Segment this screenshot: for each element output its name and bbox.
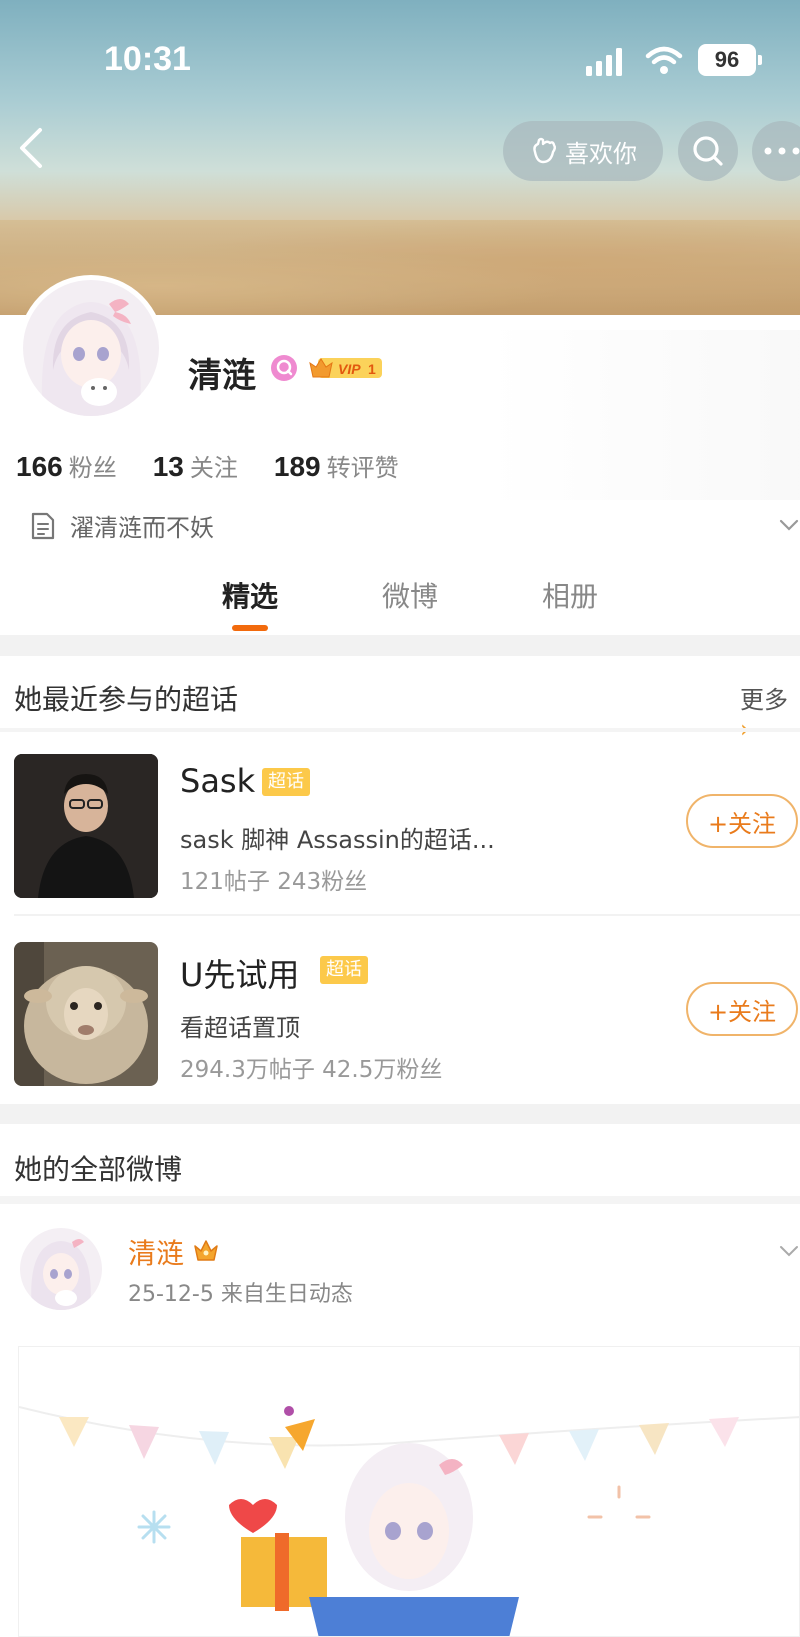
stat-following[interactable]: 13 关注 — [153, 448, 238, 483]
crown-icon — [194, 1240, 218, 1261]
back-icon[interactable] — [14, 126, 50, 170]
like-you-label: 喜欢你 — [565, 139, 637, 168]
vip-badge-icon[interactable]: VIP 1 — [308, 355, 384, 381]
tab-weibo[interactable]: 微博 — [382, 575, 438, 615]
signal-icon — [586, 48, 622, 76]
super-topic-badge: 超话 — [262, 768, 310, 796]
post-author[interactable]: 清涟 — [128, 1232, 184, 1272]
bio-text: 濯清涟而不妖 — [70, 514, 214, 542]
post-meta: 25-12-5 来自生日动态 — [128, 1282, 353, 1307]
divider — [0, 1196, 800, 1204]
profile-name: 清涟 — [188, 356, 256, 396]
follow-button[interactable]: +关注 — [686, 982, 798, 1036]
post-avatar[interactable] — [20, 1228, 102, 1310]
topic-title: Sask — [180, 762, 256, 800]
status-time: 10:31 — [104, 40, 191, 78]
wifi-icon — [645, 46, 683, 74]
search-icon — [693, 136, 723, 166]
stat-followers[interactable]: 166 粉丝 — [16, 448, 117, 483]
super-topics-heading: 她最近参与的超话 — [14, 683, 239, 716]
super-topics-section: 她最近参与的超话 更多 › Sask 超话 sask 脚神 Assassin的超… — [0, 656, 800, 1104]
super-topic-item[interactable]: Sask 超话 sask 脚神 Assassin的超话... 121帖子 243… — [0, 732, 800, 912]
divider — [14, 914, 800, 916]
all-weibo-section: 她的全部微博 清涟 25-12-5 来自生日动态 — [0, 1124, 800, 1637]
topic-thumbnail — [14, 754, 158, 898]
chevron-down-icon[interactable] — [778, 1240, 800, 1262]
profile-stats: 166 粉丝 13 关注 189 转评赞 — [16, 448, 399, 483]
topic-title: U先试用 — [180, 956, 300, 994]
topic-description: 看超话置顶 — [180, 1014, 300, 1042]
topic-thumbnail — [14, 942, 158, 1086]
all-weibo-heading: 她的全部微博 — [14, 1153, 183, 1186]
document-icon — [31, 512, 55, 539]
like-you-button[interactable]: 喜欢你 — [503, 121, 663, 181]
profile-tabs: 精选 微博 相册 — [0, 575, 800, 635]
stat-interactions[interactable]: 189 转评赞 — [274, 448, 399, 483]
battery-indicator: 96 — [698, 44, 762, 76]
avatar[interactable] — [18, 275, 164, 421]
status-bar: 10:31 96 — [0, 36, 800, 86]
like-hand-icon — [533, 137, 556, 164]
topic-description: sask 脚神 Assassin的超话... — [180, 826, 495, 854]
more-icon — [764, 147, 800, 155]
avatar-image — [23, 280, 159, 416]
svg-text:1: 1 — [368, 361, 376, 377]
follow-button[interactable]: +关注 — [686, 794, 798, 848]
tab-album[interactable]: 相册 — [542, 575, 598, 615]
topic-meta: 121帖子 243粉丝 — [180, 869, 368, 895]
svg-text:VIP: VIP — [338, 361, 361, 377]
tab-active-indicator — [232, 625, 268, 631]
chevron-down-icon[interactable] — [778, 514, 800, 536]
super-topic-item[interactable]: U先试用 超话 看超话置顶 294.3万帖子 42.5万粉丝 +关注 — [0, 920, 800, 1100]
search-button[interactable] — [678, 121, 738, 181]
bio-row[interactable]: 濯清涟而不妖 — [30, 508, 214, 543]
topic-meta: 294.3万帖子 42.5万粉丝 — [180, 1057, 443, 1083]
verify-icon[interactable] — [270, 354, 298, 382]
tab-featured[interactable]: 精选 — [222, 575, 278, 615]
super-topic-badge: 超话 — [320, 956, 368, 984]
post-image[interactable] — [18, 1346, 800, 1637]
blurred-region — [488, 330, 800, 500]
